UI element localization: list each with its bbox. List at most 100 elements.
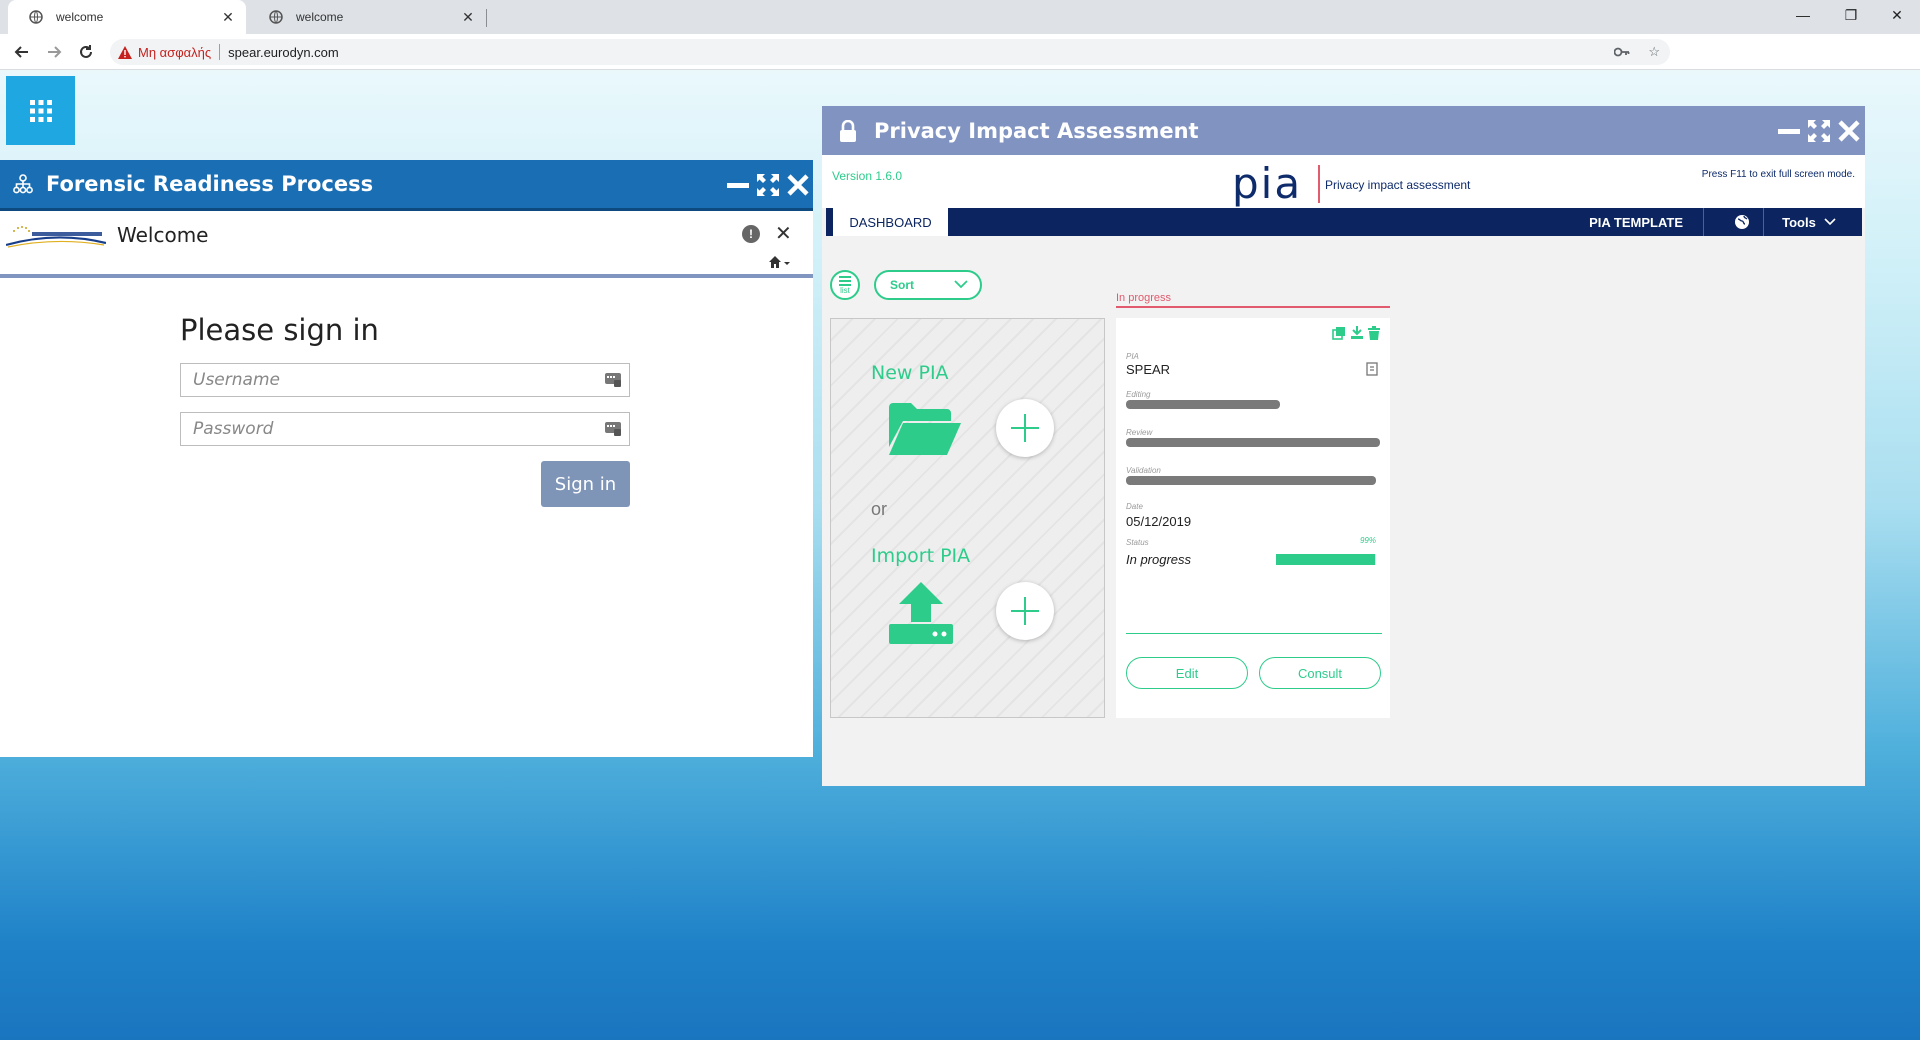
bookmark-star-icon[interactable]: ☆: [1648, 44, 1660, 60]
chevron-down-icon: [954, 280, 968, 289]
pia-titlebar[interactable]: Privacy Impact Assessment: [822, 106, 1865, 155]
password-manager-icon[interactable]: [605, 373, 621, 387]
status-label: Status: [1126, 538, 1149, 547]
browser-tab-1[interactable]: welcome ✕: [8, 0, 246, 34]
review-label: Review: [1126, 428, 1153, 437]
redacted-validation-value: [1126, 476, 1376, 485]
trash-icon[interactable]: [1368, 326, 1380, 340]
import-pia-add-button[interactable]: [996, 582, 1054, 640]
key-icon[interactable]: [1613, 45, 1630, 60]
reload-icon[interactable]: [74, 40, 98, 64]
date-value: 05/12/2019: [1126, 514, 1192, 529]
close-icon[interactable]: ✕: [775, 221, 792, 246]
nav-dashboard[interactable]: DASHBOARD: [830, 208, 948, 236]
signin-button[interactable]: Sign in: [541, 461, 630, 507]
frp-window-controls: [726, 173, 810, 197]
import-pia-label[interactable]: Import PIA: [871, 545, 970, 567]
omnibox-separator: [219, 44, 221, 60]
window-close-icon[interactable]: ✕: [1874, 0, 1920, 30]
minimize-icon[interactable]: [1777, 119, 1801, 143]
edit-button[interactable]: Edit: [1126, 657, 1248, 689]
username-input[interactable]: [193, 370, 593, 390]
tab-close-icon[interactable]: ✕: [458, 9, 478, 26]
status-value: In progress: [1126, 552, 1192, 567]
list-view-button[interactable]: list: [830, 270, 860, 300]
security-warning-label[interactable]: Μη ασφαλής: [138, 45, 211, 60]
password-input[interactable]: [193, 419, 593, 439]
or-separator-label: or: [871, 499, 888, 519]
window-restore-icon[interactable]: ❐: [1828, 0, 1874, 30]
lock-icon: [838, 119, 858, 143]
chevron-down-icon: [1824, 218, 1836, 226]
tab-separator: [486, 9, 487, 27]
nav-tools-dropdown[interactable]: Tools: [1764, 208, 1854, 236]
document-icon[interactable]: [1366, 362, 1378, 376]
pia-entry-card: PIA SPEAR Editing Review Validation Date…: [1116, 318, 1390, 718]
in-progress-column-header: In progress: [1116, 292, 1390, 308]
redacted-editing-value: [1126, 400, 1280, 409]
help-icon[interactable]: !: [742, 225, 760, 243]
plus-icon: [1011, 597, 1039, 625]
progress-percent: 99%: [1359, 536, 1376, 545]
folder-open-icon[interactable]: [887, 401, 963, 457]
upload-icon[interactable]: [887, 582, 955, 646]
tab-title: welcome: [296, 10, 344, 24]
progress-bar: [1276, 554, 1376, 565]
expand-icon[interactable]: [756, 173, 780, 197]
pia-window-title: Privacy Impact Assessment: [874, 118, 1199, 143]
sort-dropdown[interactable]: Sort: [874, 270, 982, 300]
new-pia-label[interactable]: New PIA: [871, 362, 949, 384]
back-icon[interactable]: [10, 40, 34, 64]
logo-divider: [1318, 165, 1320, 203]
home-dropdown-icon[interactable]: [768, 255, 790, 272]
forward-icon[interactable]: [42, 40, 66, 64]
date-label: Date: [1126, 502, 1143, 511]
pia-logo: pia: [1232, 159, 1303, 208]
list-icon: [839, 275, 851, 286]
sort-label: Sort: [890, 278, 914, 292]
forensic-readiness-window: Forensic Readiness Process Welcome ! ✕ P…: [0, 160, 813, 757]
username-field[interactable]: [180, 363, 630, 397]
consult-button[interactable]: Consult: [1259, 657, 1381, 689]
tab-close-icon[interactable]: ✕: [218, 9, 238, 26]
browser-tab-2[interactable]: welcome ✕: [248, 0, 486, 34]
create-pia-card: New PIA or Import PIA: [830, 318, 1105, 718]
sitemap-icon: [12, 173, 34, 195]
nav-pia-template[interactable]: PIA TEMPLATE: [1589, 208, 1704, 236]
pia-tagline: Privacy impact assessment: [1325, 178, 1471, 192]
duplicate-icon[interactable]: [1332, 326, 1346, 340]
close-icon[interactable]: [1837, 119, 1861, 143]
nav-tools-label: Tools: [1782, 214, 1816, 230]
frp-app-header: Welcome ! ✕: [0, 211, 813, 278]
frp-header-title: Welcome: [117, 223, 209, 247]
pia-window-controls: [1777, 119, 1861, 143]
card-divider: [1126, 633, 1382, 634]
url-text[interactable]: spear.eurodyn.com: [228, 45, 339, 60]
password-manager-icon[interactable]: [605, 422, 621, 436]
address-bar[interactable]: Μη ασφαλής spear.eurodyn.com ☆: [110, 39, 1670, 65]
pia-name-label: PIA: [1126, 352, 1139, 361]
editing-label: Editing: [1126, 390, 1151, 399]
frp-titlebar[interactable]: Forensic Readiness Process: [0, 160, 813, 211]
grid-icon: [29, 99, 52, 122]
expand-icon[interactable]: [1807, 119, 1831, 143]
window-minimize-icon[interactable]: —: [1780, 0, 1826, 30]
app-launcher-button[interactable]: [6, 76, 75, 145]
validation-label: Validation: [1126, 466, 1161, 475]
password-field[interactable]: [180, 412, 630, 446]
plus-icon: [1011, 414, 1039, 442]
globe-icon: [28, 9, 44, 25]
pia-window: Privacy Impact Assessment Version 1.6.0 …: [822, 106, 1865, 786]
close-icon[interactable]: [786, 173, 810, 197]
omnibox-actions: ☆: [1613, 44, 1660, 60]
download-icon[interactable]: [1350, 326, 1364, 340]
pia-name-value: SPEAR: [1126, 362, 1171, 377]
warning-icon[interactable]: [118, 45, 132, 59]
globe-icon: [268, 9, 284, 25]
minimize-icon[interactable]: [726, 173, 750, 197]
language-globe-icon[interactable]: [1720, 208, 1764, 236]
tab-title: welcome: [56, 10, 104, 24]
version-label: Version 1.6.0: [832, 169, 903, 183]
pia-navbar: DASHBOARD PIA TEMPLATE Tools: [826, 208, 1862, 236]
new-pia-add-button[interactable]: [996, 399, 1054, 457]
